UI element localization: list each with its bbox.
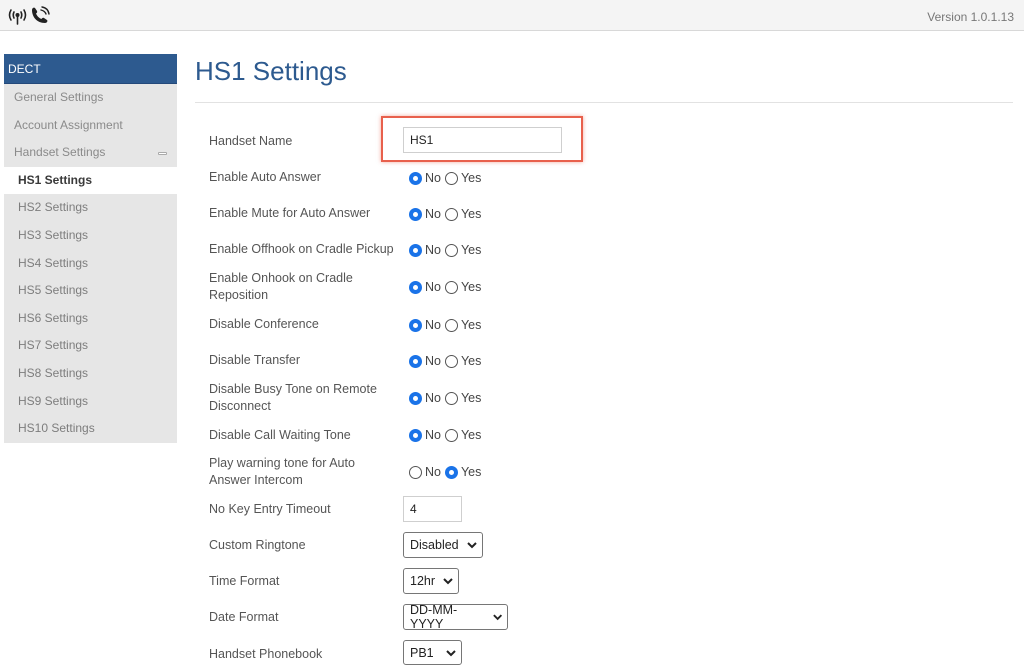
disable-transfer-yes-radio[interactable] [444, 354, 458, 368]
enable-offhook-cradle-no-radio[interactable] [409, 243, 422, 257]
disable-conference-label: Disable Conference [209, 317, 319, 331]
enable-mute-auto-answer-radio-group: No Yes [409, 207, 485, 221]
no-key-entry-timeout-label: No Key Entry Timeout [209, 502, 331, 516]
enable-mute-auto-answer-yes-radio[interactable] [444, 207, 458, 221]
disable-transfer-radio-group: No Yes [409, 354, 485, 368]
no-key-entry-timeout-input[interactable] [403, 496, 462, 522]
sidebar-item-hs2-settings[interactable]: HS2 Settings [4, 194, 177, 222]
sidebar-item-hs1-settings[interactable]: HS1 Settings [4, 166, 177, 195]
custom-ringtone-select[interactable]: Disabled [403, 532, 483, 558]
enable-mute-auto-answer-label: Enable Mute for Auto Answer [209, 206, 371, 220]
time-format-select[interactable]: 12hr [403, 568, 459, 594]
time-format-label: Time Format [209, 574, 280, 588]
chevron-down-icon [467, 542, 477, 549]
disable-conference-no-radio[interactable] [409, 318, 422, 332]
radio-label-no: No [425, 428, 441, 442]
disable-busy-tone-label: Disable Busy Tone on Remote Disconnect [209, 382, 377, 413]
sidebar-item-hs5-settings[interactable]: HS5 Settings [4, 277, 177, 305]
play-warning-tone-label: Play warning tone for Auto Answer Interc… [209, 456, 355, 487]
date-format-value: DD-MM-YYYY [410, 603, 458, 631]
disable-busy-tone-no-radio[interactable] [409, 391, 422, 405]
sidebar-item-hs6-settings[interactable]: HS6 Settings [4, 305, 177, 333]
sidebar-item-hs7-settings[interactable]: HS7 Settings [4, 332, 177, 360]
handset-name-label: Handset Name [209, 134, 293, 148]
radio-label-no: No [425, 280, 441, 294]
enable-auto-answer-radio-group: No Yes [409, 171, 485, 185]
sidebar-item-hs3-settings[interactable]: HS3 Settings [4, 222, 177, 250]
enable-auto-answer-no-radio[interactable] [409, 171, 422, 185]
enable-onhook-cradle-radio-group: No Yes [409, 280, 485, 294]
radio-label-yes: Yes [460, 243, 482, 257]
minus-icon[interactable] [158, 152, 167, 156]
chevron-down-icon [492, 614, 502, 621]
play-warning-tone-radio-group: No Yes [409, 465, 485, 479]
radio-label-yes: Yes [460, 391, 482, 405]
handset-phonebook-value: PB1 [410, 645, 434, 660]
sidebar-item-hs9-settings[interactable]: HS9 Settings [4, 388, 177, 416]
sidebar: DECT General Settings Account Assignment… [4, 54, 177, 443]
sidebar-item-handset-settings[interactable]: Handset Settings [4, 139, 177, 167]
enable-mute-auto-answer-no-radio[interactable] [409, 207, 422, 221]
disable-call-waiting-tone-label: Disable Call Waiting Tone [209, 428, 351, 442]
radio-label-yes: Yes [460, 354, 482, 368]
radio-label-no: No [425, 354, 441, 368]
custom-ringtone-label: Custom Ringtone [209, 538, 306, 552]
sidebar-item-hs10-settings[interactable]: HS10 Settings [4, 415, 177, 443]
enable-onhook-cradle-yes-radio[interactable] [444, 280, 458, 294]
antenna-phone-icon [8, 6, 50, 25]
disable-transfer-label: Disable Transfer [209, 353, 301, 367]
page-title: HS1 Settings [195, 56, 347, 86]
handset-name-input[interactable] [403, 127, 562, 153]
radio-label-no: No [425, 207, 441, 221]
chevron-down-icon [446, 649, 456, 656]
disable-call-waiting-tone-no-radio[interactable] [409, 428, 422, 442]
enable-offhook-cradle-yes-radio[interactable] [444, 243, 458, 257]
radio-label-yes: Yes [460, 280, 482, 294]
play-warning-tone-yes-radio[interactable] [444, 465, 458, 479]
enable-offhook-cradle-label: Enable Offhook on Cradle Pickup [209, 242, 394, 256]
radio-label-yes: Yes [460, 428, 482, 442]
enable-onhook-cradle-no-radio[interactable] [409, 280, 422, 294]
handset-phonebook-select[interactable]: PB1 [403, 640, 462, 665]
version-label: Version 1.0.1.13 [927, 10, 1014, 24]
radio-label-yes: Yes [460, 207, 482, 221]
date-format-label: Date Format [209, 610, 279, 624]
enable-onhook-cradle-label: Enable Onhook on Cradle Reposition [209, 271, 353, 302]
disable-call-waiting-tone-yes-radio[interactable] [444, 428, 458, 442]
radio-label-no: No [425, 318, 441, 332]
radio-label-yes: Yes [460, 465, 482, 479]
time-format-value: 12hr [410, 574, 436, 588]
play-warning-tone-no-radio[interactable] [409, 465, 422, 479]
enable-auto-answer-yes-radio[interactable] [444, 171, 458, 185]
enable-offhook-cradle-radio-group: No Yes [409, 243, 485, 257]
sidebar-nav: General Settings Account Assignment Hand… [4, 84, 177, 443]
disable-call-waiting-tone-radio-group: No Yes [409, 428, 485, 442]
disable-conference-yes-radio[interactable] [444, 318, 458, 332]
radio-label-yes: Yes [460, 318, 482, 332]
sidebar-item-account-assignment[interactable]: Account Assignment [4, 112, 177, 140]
handset-phonebook-label: Handset Phonebook [209, 647, 323, 661]
disable-conference-radio-group: No Yes [409, 318, 485, 332]
top-bar: Version 1.0.1.13 [0, 0, 1024, 31]
date-format-select[interactable]: DD-MM-YYYY [403, 603, 508, 631]
radio-label-no: No [425, 171, 441, 185]
disable-busy-tone-yes-radio[interactable] [444, 391, 458, 405]
title-divider [195, 102, 1013, 103]
chevron-down-icon [443, 578, 453, 585]
disable-transfer-no-radio[interactable] [409, 354, 422, 368]
sidebar-item-label: Handset Settings [14, 145, 106, 160]
sidebar-item-general-settings[interactable]: General Settings [4, 84, 177, 112]
custom-ringtone-value: Disabled [410, 538, 459, 552]
disable-busy-tone-radio-group: No Yes [409, 391, 485, 405]
radio-label-no: No [425, 391, 441, 405]
radio-label-no: No [425, 465, 441, 479]
sidebar-section-dect[interactable]: DECT [4, 54, 177, 84]
radio-label-no: No [425, 243, 441, 257]
enable-auto-answer-label: Enable Auto Answer [209, 170, 321, 184]
sidebar-item-hs4-settings[interactable]: HS4 Settings [4, 250, 177, 278]
sidebar-item-hs8-settings[interactable]: HS8 Settings [4, 360, 177, 388]
radio-label-yes: Yes [460, 171, 482, 185]
